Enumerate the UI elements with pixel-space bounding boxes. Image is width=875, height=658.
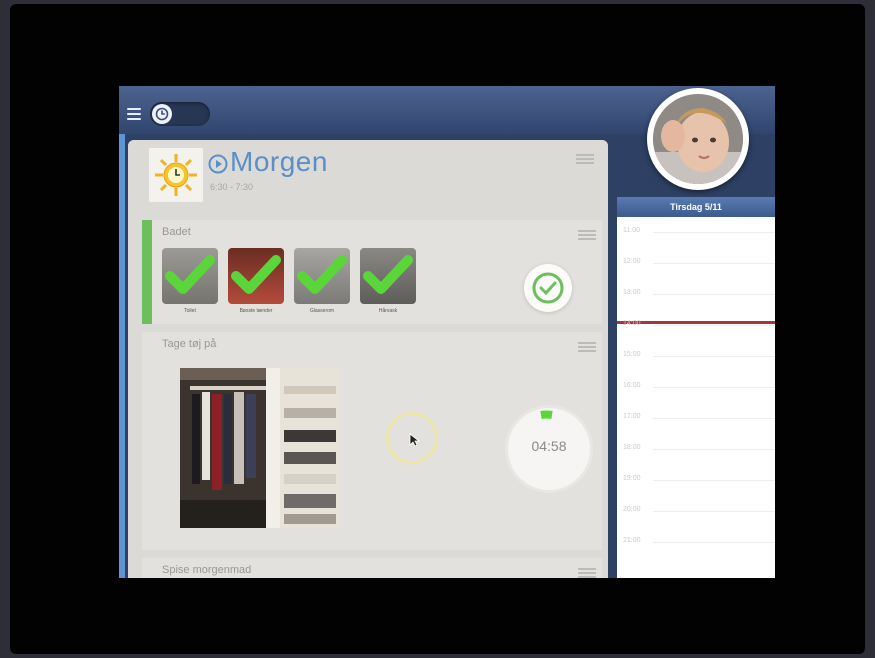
user-avatar[interactable] [647, 88, 749, 190]
clock-icon [152, 104, 172, 124]
hour-label: 19:00 [623, 475, 641, 482]
cursor-highlight [386, 412, 438, 464]
drag-handle-icon[interactable] [578, 230, 596, 242]
day-calendar: Tirsdag 5/11 11:00 12:00 13:00 14:00 15:… [617, 197, 775, 578]
hour-row: 14:00 [617, 310, 775, 341]
subtask-label: Toilet [184, 308, 196, 314]
hour-label: 21:00 [623, 537, 641, 544]
timer-text: 04:58 [531, 438, 567, 454]
hour-label: 20:00 [623, 506, 641, 513]
hour-row: 15:00 [617, 341, 775, 372]
subtask-label: Glasserom [309, 308, 335, 314]
drag-handle-icon[interactable] [578, 342, 596, 354]
checkmark-circle-icon [532, 272, 564, 304]
drag-handle-icon[interactable] [578, 568, 596, 578]
hour-label: 16:00 [623, 382, 641, 389]
hour-label: 14:00 [623, 320, 641, 327]
subtask-item[interactable]: Glasserom [294, 248, 350, 314]
subtask-image [228, 248, 284, 304]
subtask-image [360, 248, 416, 304]
task-image [180, 368, 340, 528]
checkmark-icon [165, 255, 215, 294]
hour-row: 16:00 [617, 372, 775, 403]
task-card-completed[interactable]: Badet Toilet Bøsste tænder Glasserom Hår… [142, 220, 602, 324]
left-accent-strip [119, 134, 125, 578]
subtask-item[interactable]: Bøsste tænder [228, 248, 284, 314]
checkmark-icon [297, 255, 347, 294]
subtask-label: Hårvask [378, 308, 398, 314]
cursor-icon [409, 433, 421, 447]
routine-header: Morgen 6:30 - 7:30 [128, 140, 608, 216]
task-title: Badet [162, 226, 191, 238]
task-done-button[interactable] [524, 264, 572, 312]
task-title: Spise morgenmad [162, 564, 252, 576]
checkmark-icon [231, 255, 281, 294]
subtask-item[interactable]: Hårvask [360, 248, 416, 314]
completed-bar [142, 220, 152, 324]
play-icon[interactable] [208, 154, 228, 174]
subtask-label: Bøsste tænder [239, 308, 273, 314]
subtask-image [162, 248, 218, 304]
routine-time: 6:30 - 7:30 [210, 182, 254, 192]
hour-row: 20:00 [617, 496, 775, 527]
hour-label: 13:00 [623, 289, 641, 296]
hour-label: 17:00 [623, 413, 641, 420]
hour-label: 11:00 [623, 227, 640, 234]
sun-clock-icon [149, 148, 203, 202]
task-card-active[interactable]: Tage tøj på 04:58 [142, 332, 602, 550]
hour-row: 11:00 [617, 217, 775, 248]
hour-row: 12:00 [617, 248, 775, 279]
task-card-next[interactable]: Spise morgenmad [142, 558, 602, 578]
hour-label: 15:00 [623, 351, 641, 358]
task-timer[interactable]: 04:58 [508, 408, 590, 490]
hour-row: 18:00 [617, 434, 775, 465]
timer-toggle[interactable] [150, 102, 210, 126]
hour-row: 19:00 [617, 465, 775, 496]
menu-icon[interactable] [127, 108, 141, 120]
routine-panel: Morgen 6:30 - 7:30 Badet Toilet Bøsste t… [128, 140, 608, 578]
subtask-image [294, 248, 350, 304]
avatar-photo [653, 94, 743, 184]
task-title: Tage tøj på [162, 338, 217, 350]
hour-label: 18:00 [623, 444, 641, 451]
hour-row: 13:00 [617, 279, 775, 310]
checkmark-icon [363, 255, 413, 294]
hour-row: 21:00 [617, 527, 775, 558]
subtask-item[interactable]: Toilet [162, 248, 218, 314]
hour-label: 12:00 [623, 258, 641, 265]
routine-title: Morgen [230, 146, 328, 177]
drag-handle-icon[interactable] [576, 154, 594, 166]
app-window: Morgen 6:30 - 7:30 Badet Toilet Bøsste t… [119, 86, 775, 578]
hour-row: 17:00 [617, 403, 775, 434]
calendar-day-header: Tirsdag 5/11 [617, 197, 775, 217]
